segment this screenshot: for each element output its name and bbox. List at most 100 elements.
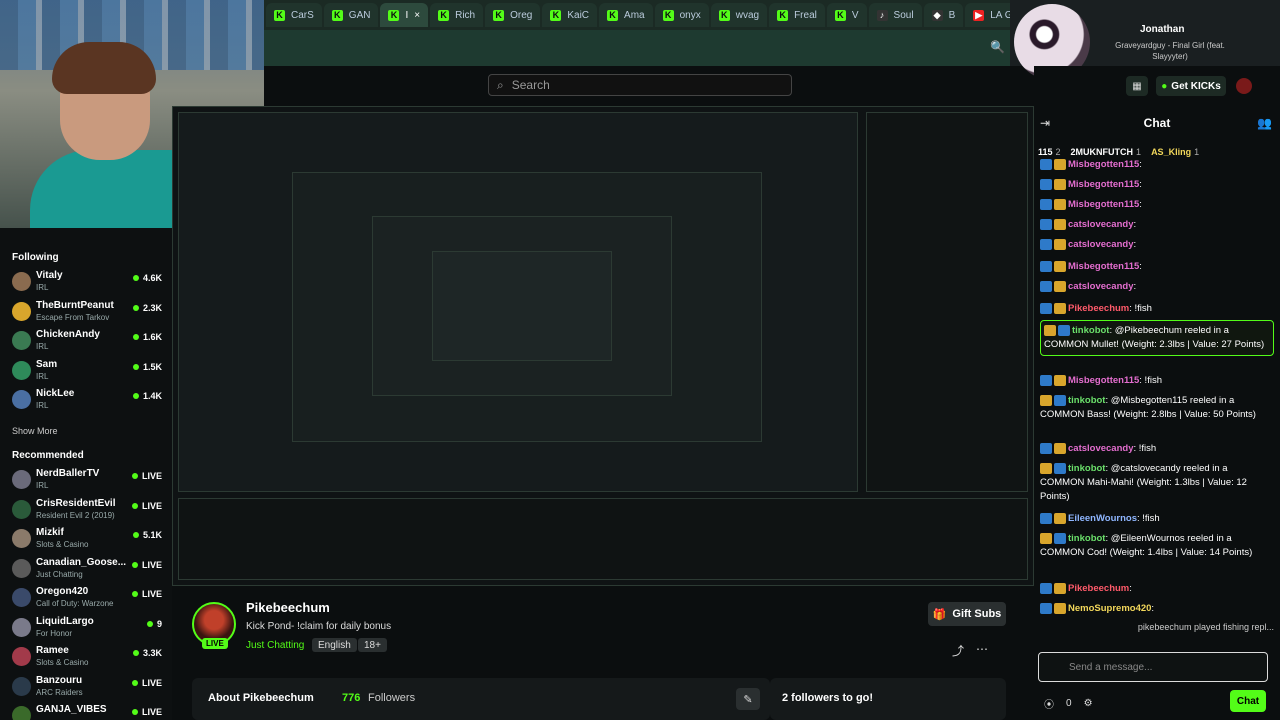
- chat-username[interactable]: Pikebeechum: [1068, 583, 1129, 594]
- settings-gear-icon[interactable]: ⚙: [1084, 698, 1093, 709]
- chat-username[interactable]: Pikebeechum: [1068, 303, 1129, 314]
- show-more-link[interactable]: Show More: [12, 426, 58, 436]
- chat-username[interactable]: tinkobot: [1068, 463, 1105, 474]
- chat-username[interactable]: EileenWournos: [1068, 513, 1137, 524]
- zoom-search-icon[interactable]: 🔍: [990, 40, 1005, 54]
- browser-tab[interactable]: KV: [826, 3, 867, 27]
- browser-tab[interactable]: K GAN: [323, 3, 379, 27]
- chat-username[interactable]: Misbegotten115: [1068, 199, 1139, 210]
- viewer-count: 9: [146, 619, 162, 629]
- browser-tab[interactable]: K Ama: [599, 3, 653, 27]
- avatar: [12, 706, 31, 720]
- chat-username[interactable]: tinkobot: [1068, 533, 1105, 544]
- channel-name[interactable]: Pikebeechum: [246, 600, 330, 615]
- viewer-count-value: 4.6K: [142, 273, 162, 283]
- chat-username[interactable]: Misbegotten115: [1068, 261, 1139, 272]
- chat-username[interactable]: Misbegotten115: [1068, 159, 1139, 170]
- browser-tab[interactable]: K I ×: [380, 3, 429, 27]
- browser-tab[interactable]: K Oreg: [485, 3, 541, 27]
- viewer-count: 2.3K: [132, 303, 162, 313]
- apps-button[interactable]: ▦: [1126, 76, 1148, 96]
- chat-username[interactable]: NemoSupremo420: [1068, 603, 1151, 614]
- more-options-icon[interactable]: ⋯: [976, 642, 988, 659]
- chat-message[interactable]: tinkobot: @EileenWournos reeled in a COM…: [1040, 532, 1274, 560]
- chat-username[interactable]: tinkobot: [1072, 325, 1109, 336]
- chat-username[interactable]: catslovecandy: [1068, 219, 1133, 230]
- stream-video-player[interactable]: [172, 106, 1034, 586]
- browser-tab[interactable]: K Rich: [430, 3, 484, 27]
- channel-name: TheBurntPeanut: [36, 299, 114, 311]
- close-tab-icon[interactable]: ×: [414, 10, 420, 21]
- chat-send-button[interactable]: Chat: [1230, 690, 1266, 712]
- chat-message[interactable]: Pikebeechum:: [1040, 582, 1274, 596]
- chat-message-input[interactable]: Send a message...: [1038, 652, 1268, 682]
- browser-address-bar[interactable]: [264, 30, 1024, 66]
- sidebar-channel-item[interactable]: NerdBallerTV IRL LIVE: [0, 466, 172, 494]
- chat-username[interactable]: tinkobot: [1068, 395, 1105, 406]
- sidebar-channel-item[interactable]: Oregon420 Call of Duty: Warzone LIVE: [0, 584, 172, 612]
- channel-name: Canadian_Goose...: [36, 556, 127, 568]
- chat-message[interactable]: Misbegotten115:: [1040, 158, 1274, 172]
- gifter-name: AS_Kling: [1151, 147, 1192, 157]
- chat-message[interactable]: Misbegotten115:: [1040, 260, 1274, 274]
- stream-category[interactable]: Just Chatting: [246, 640, 304, 651]
- sidebar-channel-item[interactable]: Canadian_Goose... Just Chatting LIVE: [0, 555, 172, 583]
- sidebar-channel-item[interactable]: CrisResidentEvil Resident Evil 2 (2019) LI…: [0, 496, 172, 524]
- chat-username[interactable]: Misbegotten115: [1068, 179, 1139, 190]
- chat-text: :: [1151, 603, 1155, 614]
- top-gifter[interactable]: AS_Kling 1: [1151, 147, 1199, 157]
- chat-message[interactable]: catslovecandy:: [1040, 280, 1274, 294]
- chat-message[interactable]: Misbegotten115:: [1040, 178, 1274, 192]
- browser-tab[interactable]: ♪ Soul: [868, 3, 922, 27]
- sidebar-channel-item[interactable]: ChickenAndy IRL 1.6K: [0, 327, 172, 355]
- points-icon[interactable]: ⦿: [1044, 696, 1054, 711]
- chat-username[interactable]: Misbegotten115: [1068, 375, 1139, 386]
- chat-title: Chat: [1143, 116, 1171, 130]
- share-icon[interactable]: ⤴: [952, 642, 964, 659]
- sidebar-channel-item[interactable]: Vitaly IRL 4.6K: [0, 268, 172, 296]
- chat-username[interactable]: catslovecandy: [1068, 281, 1133, 292]
- sidebar-channel-item[interactable]: GANJA_VIBES LIVE: [0, 702, 172, 720]
- user-avatar[interactable]: [1236, 78, 1252, 94]
- tag-age[interactable]: 18+: [358, 638, 387, 652]
- chat-message[interactable]: NemoSupremo420:: [1040, 602, 1274, 616]
- chat-message[interactable]: tinkobot: @Misbegotten115 reeled in a CO…: [1040, 394, 1274, 422]
- browser-tab[interactable]: Kwvag: [710, 3, 768, 27]
- get-kicks-button[interactable]: ● Get KICKs: [1156, 76, 1226, 96]
- edit-pencil-icon[interactable]: ✎: [736, 688, 760, 710]
- sidebar-channel-item[interactable]: Ramee Slots & Casino 3.3K: [0, 643, 172, 671]
- app-root: K CarS K GAN K I × K Rich K Oreg K KaiC K Ama Konyx Kwva…: [0, 0, 1280, 720]
- top-gifter[interactable]: 115 2: [1038, 147, 1061, 157]
- now-playing-song: Graveyardguy - Final Girl (feat. Slayyyt…: [1115, 41, 1225, 61]
- chat-message[interactable]: EileenWournos: !fish: [1040, 512, 1274, 526]
- chat-username[interactable]: catslovecandy: [1068, 443, 1133, 454]
- chat-message[interactable]: Pikebeechum: !fish: [1040, 302, 1274, 316]
- search-input[interactable]: ⌕ Search: [488, 74, 792, 96]
- chat-message[interactable]: tinkobot: @Pikebeechum reeled in a COMMO…: [1040, 320, 1274, 356]
- gift-subs-button[interactable]: 🎁 Gift Subs: [928, 602, 1006, 626]
- sidebar-channel-item[interactable]: TheBurntPeanut Escape From Tarkov 2.3K: [0, 298, 172, 326]
- sidebar-channel-item[interactable]: Mizkif Slots & Casino 5.1K: [0, 525, 172, 553]
- sidebar-channel-item[interactable]: Sam IRL 1.5K: [0, 357, 172, 385]
- top-gifter[interactable]: 2MUKNFUTCH 1: [1071, 147, 1142, 157]
- chat-message[interactable]: Misbegotten115:: [1040, 198, 1274, 212]
- channel-name: ChickenAndy: [36, 329, 100, 340]
- chat-message[interactable]: catslovecandy:: [1040, 218, 1274, 232]
- chat-message[interactable]: catslovecandy: !fish: [1040, 442, 1274, 456]
- chat-message[interactable]: Misbegotten115: !fish: [1040, 374, 1274, 388]
- browser-tab[interactable]: K Freal: [769, 3, 825, 27]
- tag-language[interactable]: English: [312, 638, 357, 652]
- sidebar-channel-item[interactable]: Banzouru ARC Raiders LIVE: [0, 673, 172, 701]
- viewer-count-value: LIVE: [141, 707, 162, 717]
- sidebar-channel-item[interactable]: LiquidLargo For Honor 9: [0, 614, 172, 642]
- browser-tab[interactable]: ◆ B: [923, 3, 964, 27]
- sidebar-channel-item[interactable]: NickLee IRL 1.4K: [0, 386, 172, 414]
- share-actions: ⤴ ⋯: [952, 642, 988, 659]
- browser-tab[interactable]: K CarS: [266, 3, 322, 27]
- chat-message[interactable]: catslovecandy:: [1040, 238, 1274, 252]
- chat-users-icon[interactable]: 👥: [1257, 116, 1272, 130]
- browser-tab[interactable]: K KaiC: [542, 3, 598, 27]
- chat-username[interactable]: catslovecandy: [1068, 239, 1133, 250]
- browser-tab[interactable]: Konyx: [654, 3, 709, 27]
- chat-message[interactable]: tinkobot: @catslovecandy reeled in a COM…: [1040, 462, 1274, 504]
